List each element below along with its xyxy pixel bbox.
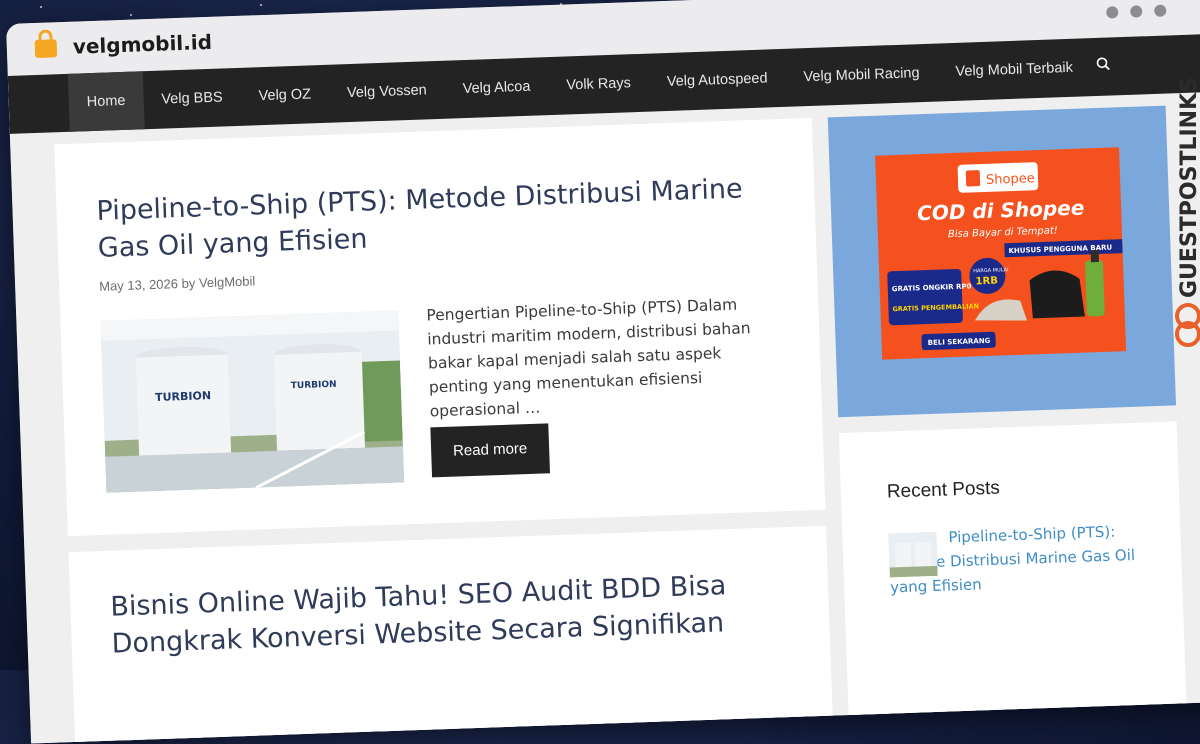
nav-item-volk-rays[interactable]: Volk Rays xyxy=(547,54,649,115)
ad-price: 1RB xyxy=(975,276,998,288)
search-icon[interactable] xyxy=(1096,56,1110,71)
browser-window: velgmobil.id Home Velg BBS Velg OZ Velg Vos… xyxy=(6,0,1200,744)
post-title[interactable]: Bisnis Online Wajib Tahu! SEO Audit BDD … xyxy=(110,565,782,662)
web-page: Home Velg BBS Velg OZ Velg Vossen Velg Alcoa… xyxy=(7,33,1200,744)
post-title[interactable]: Pipeline-to-Ship (PTS): Metode Distribus… xyxy=(96,170,768,267)
window-dot-icon[interactable] xyxy=(1130,5,1143,18)
tank-label: TURBION xyxy=(155,389,211,404)
recent-posts-title: Recent Posts xyxy=(886,477,1001,503)
read-more-button[interactable]: Read more xyxy=(430,423,551,478)
post-author[interactable]: VelgMobil xyxy=(199,273,256,290)
ad-brand: Shopee xyxy=(986,171,1035,188)
post-excerpt: Pengertian Pipeline-to-Ship (PTS) Dalam … xyxy=(426,295,751,421)
recent-posts-widget: Recent Posts Pipeline-to-Ship (PTS): Met… xyxy=(838,421,1188,734)
post-meta: May 13, 2026 by VelgMobil xyxy=(99,273,256,293)
guestpostlinks-watermark: GUESTPOSTLINKS xyxy=(1175,77,1200,347)
nav-item-velg-vossen[interactable]: Velg Vossen xyxy=(328,61,446,123)
tank-label: TURBION xyxy=(291,380,337,392)
shopee-ad-banner[interactable]: Shopee COD di Shopee Bisa Bayar di Tempa… xyxy=(875,147,1127,360)
nav-item-velg-bbs[interactable]: Velg BBS xyxy=(142,68,241,129)
svg-text:GUESTPOSTLINKS: GUESTPOSTLINKS xyxy=(1177,77,1200,298)
post-date[interactable]: May 13, 2026 xyxy=(99,276,178,294)
window-dot-icon[interactable] xyxy=(1154,4,1167,17)
nav-item-velg-alcoa[interactable]: Velg Alcoa xyxy=(444,57,550,119)
window-controls xyxy=(1094,2,1167,24)
shopee-bag-icon xyxy=(965,170,981,187)
nav-item-velg-mobil-terbaik[interactable]: Velg Mobil Terbaik xyxy=(937,38,1092,101)
ad-price-from: HARGA MULAI xyxy=(973,267,1009,274)
window-dot-icon[interactable] xyxy=(1106,6,1119,19)
post-by: by xyxy=(181,275,196,292)
nav-item-velg-oz[interactable]: Velg OZ xyxy=(240,65,330,126)
address-bar-url[interactable]: velgmobil.id xyxy=(72,30,212,59)
post-card: Pipeline-to-Ship (PTS): Metode Distribus… xyxy=(54,117,826,537)
recent-post-item[interactable]: Pipeline-to-Ship (PTS): Metode Distribus… xyxy=(888,518,1150,599)
post-card: Bisnis Online Wajib Tahu! SEO Audit BDD … xyxy=(68,525,833,744)
nav-item-velg-autospeed[interactable]: Velg Autospeed xyxy=(648,49,787,112)
nav-item-velg-mobil-racing[interactable]: Velg Mobil Racing xyxy=(785,44,939,107)
lock-icon xyxy=(34,39,58,59)
post-thumbnail[interactable]: TURBION TURBION xyxy=(100,310,405,493)
recent-post-thumbnail[interactable] xyxy=(888,531,938,578)
nav-item-home[interactable]: Home xyxy=(67,71,145,132)
sidebar-ad-widget: Shopee COD di Shopee Bisa Bayar di Tempa… xyxy=(827,105,1177,418)
